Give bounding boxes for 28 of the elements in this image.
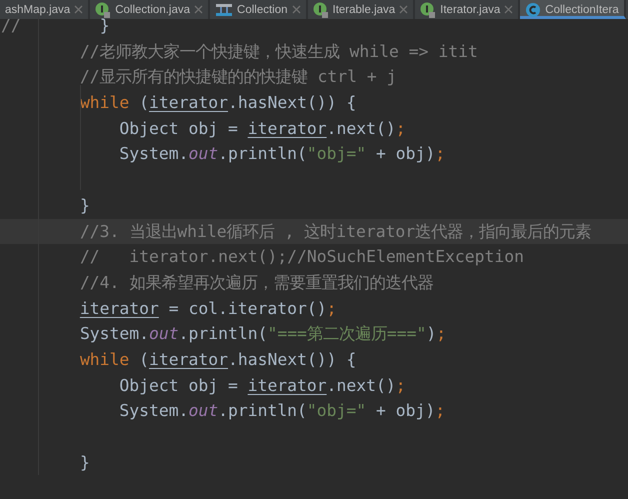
code-line: // iterator.next();//NoSuchElementException <box>78 246 526 268</box>
close-icon[interactable] <box>504 5 514 14</box>
code-line: iterator = col.iterator(); <box>78 298 338 320</box>
interface-icon <box>420 2 436 18</box>
code-line: System.out.println("obj=" + obj); <box>118 400 446 422</box>
code-line: //4. 如果希望再次遍历，需要重置我们的迭代器 <box>78 272 434 294</box>
code-line: Object obj = iterator.next(); <box>118 118 407 140</box>
editor-tab[interactable]: Collection <box>210 0 308 19</box>
code-line: //老师教大家一个快捷键，快速生成 while => itit <box>78 40 479 63</box>
interface-icon <box>95 2 112 18</box>
close-icon[interactable] <box>292 5 301 14</box>
code-line: } <box>78 452 91 474</box>
code-line: Object obj = iterator.next(); <box>118 374 407 397</box>
diagram-icon <box>215 2 234 18</box>
code-line: while (iterator.hasNext()) { <box>78 92 358 114</box>
editor-tab[interactable]: Collection.java <box>90 0 210 19</box>
code-line: //显示所有的快捷键的的快捷键 ctrl + j <box>78 66 398 88</box>
close-icon[interactable] <box>194 5 204 14</box>
close-icon[interactable] <box>74 5 84 14</box>
code-line: while (iterator.hasNext()) { <box>78 348 358 371</box>
code-line: System.out.println("obj=" + obj); <box>118 143 446 166</box>
editor-tab[interactable]: Iterable.java <box>308 0 416 19</box>
interface-icon <box>312 2 329 18</box>
class-icon <box>525 2 542 18</box>
code-line: } <box>78 194 91 217</box>
editor-tab[interactable]: CollectionItera <box>520 0 626 19</box>
close-icon[interactable] <box>399 5 408 14</box>
code-line: System.out.println("===第二次遍历==="); <box>78 323 448 346</box>
